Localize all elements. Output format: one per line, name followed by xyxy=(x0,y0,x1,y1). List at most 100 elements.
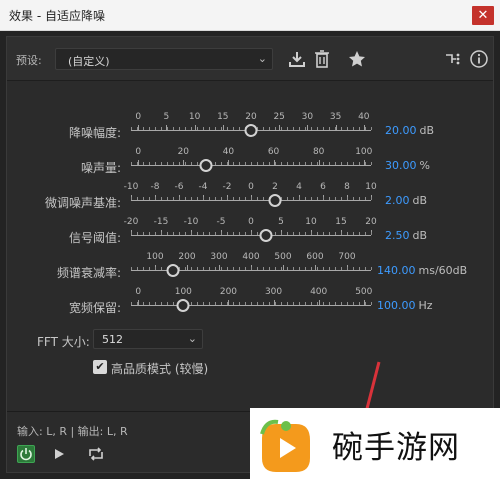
slider[interactable]: -20 -15 -10 -5 0 5 10 15 20 xyxy=(124,217,377,249)
minor-tick xyxy=(371,162,372,165)
chevron-down-icon: ⌄ xyxy=(257,52,267,65)
slider[interactable]: 100 200 300 400 500 600 700 xyxy=(131,252,372,284)
slider-value[interactable]: 30.00% xyxy=(385,159,430,172)
minor-tick xyxy=(191,197,192,200)
slider-value-number: 2.00 xyxy=(385,194,410,207)
slider-knob[interactable] xyxy=(166,264,180,277)
minor-tick xyxy=(359,127,360,130)
minor-tick xyxy=(305,232,306,235)
trash-icon[interactable] xyxy=(312,49,332,69)
slider-label: 降噪幅度: xyxy=(68,126,121,140)
slider-value[interactable]: 2.50 dB xyxy=(385,229,427,242)
tick-label: -6 xyxy=(174,182,184,192)
minor-tick xyxy=(341,302,342,305)
slider[interactable]: 0 20 40 60 80 100 xyxy=(131,147,372,179)
minor-tick xyxy=(221,197,222,200)
minor-tick xyxy=(371,302,372,305)
high-quality-checkbox[interactable]: ✔ xyxy=(93,360,107,374)
minor-tick xyxy=(263,267,264,270)
minor-tick xyxy=(317,197,318,200)
slider-track[interactable] xyxy=(131,235,371,236)
routing-icon[interactable] xyxy=(443,49,463,69)
major-tick xyxy=(318,160,320,165)
tick-label: 0 xyxy=(135,147,142,157)
tick-label: 15 xyxy=(335,217,347,227)
minor-tick xyxy=(221,162,222,165)
minor-tick xyxy=(359,232,360,235)
slider-value[interactable]: 20.00 dB xyxy=(385,124,434,137)
slider[interactable]: 0 5 10 15 20 25 30 35 40 xyxy=(131,112,372,144)
minor-tick xyxy=(227,232,228,235)
minor-tick xyxy=(131,232,132,235)
slider-knob[interactable] xyxy=(268,194,282,207)
slider-track[interactable] xyxy=(131,165,371,166)
download-icon[interactable] xyxy=(287,49,307,69)
minor-tick xyxy=(335,302,336,305)
minor-tick xyxy=(161,302,162,305)
star-icon[interactable] xyxy=(347,49,367,69)
minor-tick xyxy=(167,232,168,235)
minor-tick xyxy=(245,267,246,270)
minor-tick xyxy=(341,162,342,165)
power-button[interactable] xyxy=(17,445,35,463)
slider-track[interactable] xyxy=(131,200,371,201)
minor-tick xyxy=(287,197,288,200)
minor-tick xyxy=(281,162,282,165)
title-bar: 效果 - 自适应降噪 ✕ xyxy=(0,0,500,31)
tick-label: -10 xyxy=(123,182,139,192)
minor-tick xyxy=(335,267,336,270)
fft-size-dropdown[interactable]: 512 ⌄ xyxy=(93,329,203,349)
slider-knob[interactable] xyxy=(244,124,258,137)
io-routing-text: 输入: L, R | 输出: L, R xyxy=(17,425,128,438)
tick-label: 500 xyxy=(274,252,292,262)
minor-tick xyxy=(365,197,366,200)
minor-tick xyxy=(317,267,318,270)
minor-tick xyxy=(347,232,348,235)
minor-tick xyxy=(311,267,312,270)
preset-label: 预设: xyxy=(16,54,42,67)
slider[interactable]: -10 -8 -6 -4 -2 0 2 4 6 8 10 xyxy=(124,182,377,214)
loop-button[interactable] xyxy=(87,446,105,462)
slider-value[interactable]: 100.00 Hz xyxy=(377,299,433,312)
minor-tick xyxy=(257,267,258,270)
minor-tick xyxy=(251,302,252,305)
minor-tick xyxy=(335,197,336,200)
major-tick xyxy=(315,265,316,270)
minor-tick xyxy=(287,302,288,305)
slider-knob[interactable] xyxy=(176,299,190,312)
minor-tick xyxy=(293,162,294,165)
minor-tick xyxy=(245,232,246,235)
slider-knob[interactable] xyxy=(259,229,273,242)
minor-tick xyxy=(167,127,168,130)
minor-tick xyxy=(227,302,228,305)
minor-tick xyxy=(209,302,210,305)
minor-tick xyxy=(311,162,312,165)
minor-tick xyxy=(137,267,138,270)
minor-tick xyxy=(323,232,324,235)
close-button[interactable]: ✕ xyxy=(472,6,494,25)
minor-tick xyxy=(329,232,330,235)
slider-label: 信号阈值: xyxy=(68,231,121,245)
info-icon[interactable] xyxy=(469,49,489,69)
minor-tick xyxy=(155,127,156,130)
minor-tick xyxy=(347,197,348,200)
minor-tick xyxy=(269,162,270,165)
slider-knob[interactable] xyxy=(199,159,213,172)
slider-value[interactable]: 2.00 dB xyxy=(385,194,427,207)
play-button[interactable] xyxy=(53,448,65,460)
minor-tick xyxy=(173,232,174,235)
minor-tick xyxy=(335,232,336,235)
preset-dropdown[interactable]: (自定义) ⌄ xyxy=(55,48,273,70)
tick-label: -20 xyxy=(123,217,139,227)
minor-tick xyxy=(149,232,150,235)
tick-label: 100 xyxy=(146,252,164,262)
slider-value-unit: dB xyxy=(412,194,428,207)
minor-tick xyxy=(149,197,150,200)
minor-tick xyxy=(173,197,174,200)
minor-tick xyxy=(275,267,276,270)
slider-value[interactable]: 140.00 ms/60dB xyxy=(377,264,467,277)
minor-tick xyxy=(149,127,150,130)
slider-track[interactable] xyxy=(131,305,371,306)
minor-tick xyxy=(239,197,240,200)
slider[interactable]: 0 100 200 300 400 500 xyxy=(131,287,372,319)
